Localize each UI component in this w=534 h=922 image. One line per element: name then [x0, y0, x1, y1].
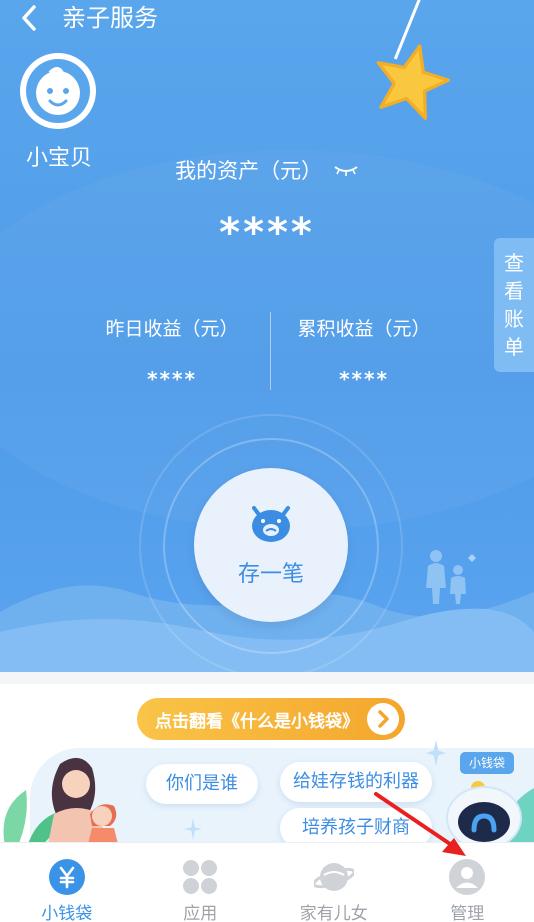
- yesterday-earnings: 昨日收益（元） ****: [72, 314, 272, 391]
- mascot-tag: 小钱袋: [460, 752, 514, 774]
- sparkle-icon: [426, 740, 446, 766]
- view-bill-button[interactable]: 查 看 账 单: [494, 238, 534, 372]
- view-bill-char: 账: [504, 307, 524, 331]
- who-are-you-pill[interactable]: 你们是谁: [146, 764, 258, 804]
- total-earnings-value: ****: [339, 367, 389, 391]
- deposit-label: 存一笔: [237, 562, 304, 587]
- total-earnings: 累积收益（元） ****: [264, 314, 464, 391]
- chevron-right-icon: [367, 703, 399, 735]
- tab-label: 家有儿女: [299, 904, 368, 922]
- tab-label: 管理: [450, 904, 485, 922]
- tab-label: 小钱袋: [41, 904, 93, 922]
- eye-closed-icon[interactable]: [333, 164, 359, 180]
- yesterday-earnings-label: 昨日收益（元）: [105, 318, 239, 340]
- child-avatar[interactable]: [20, 53, 96, 129]
- view-bill-char: 单: [504, 335, 524, 359]
- planet-icon: [313, 863, 354, 891]
- mother-child-illustration: [48, 757, 118, 842]
- tab-label: 应用: [183, 904, 218, 922]
- annotation-arrow: [374, 792, 466, 856]
- total-earnings-label: 累积收益（元）: [297, 318, 431, 340]
- intro-button-label: 点击翻看《什么是小钱袋》: [155, 711, 359, 732]
- star-icon: [376, 44, 451, 121]
- chevron-left-icon: [22, 5, 36, 31]
- tab-apps[interactable]: 应用: [134, 843, 268, 922]
- user-icon: [449, 859, 486, 895]
- sparkle-icon: [184, 818, 202, 840]
- view-bill-char: 查: [504, 251, 524, 275]
- page-title: 亲子服务: [62, 4, 158, 32]
- tab-xiaoqiandai[interactable]: 小钱袋: [0, 843, 134, 922]
- deposit-button[interactable]: 存一笔: [194, 468, 348, 622]
- grid-icon: [183, 860, 218, 894]
- yuan-icon: [48, 859, 85, 895]
- hero-panel: 亲子服务 小宝贝 我的资产（元） **** 查 看 账 单 昨日收益（元） **…: [0, 0, 534, 672]
- back-button[interactable]: [14, 4, 44, 34]
- asset-value: ****: [219, 210, 315, 256]
- asset-label: 我的资产（元）: [175, 159, 323, 183]
- what-is-xiaoqiandai-button[interactable]: 点击翻看《什么是小钱袋》: [137, 698, 405, 740]
- family-silhouette: [426, 550, 476, 604]
- yesterday-earnings-value: ****: [147, 367, 197, 391]
- baby-face-icon: [26, 59, 90, 123]
- piggy-bank-icon: [252, 506, 290, 542]
- view-bill-char: 看: [504, 279, 524, 303]
- asset-label-row: 我的资产（元）: [0, 155, 534, 185]
